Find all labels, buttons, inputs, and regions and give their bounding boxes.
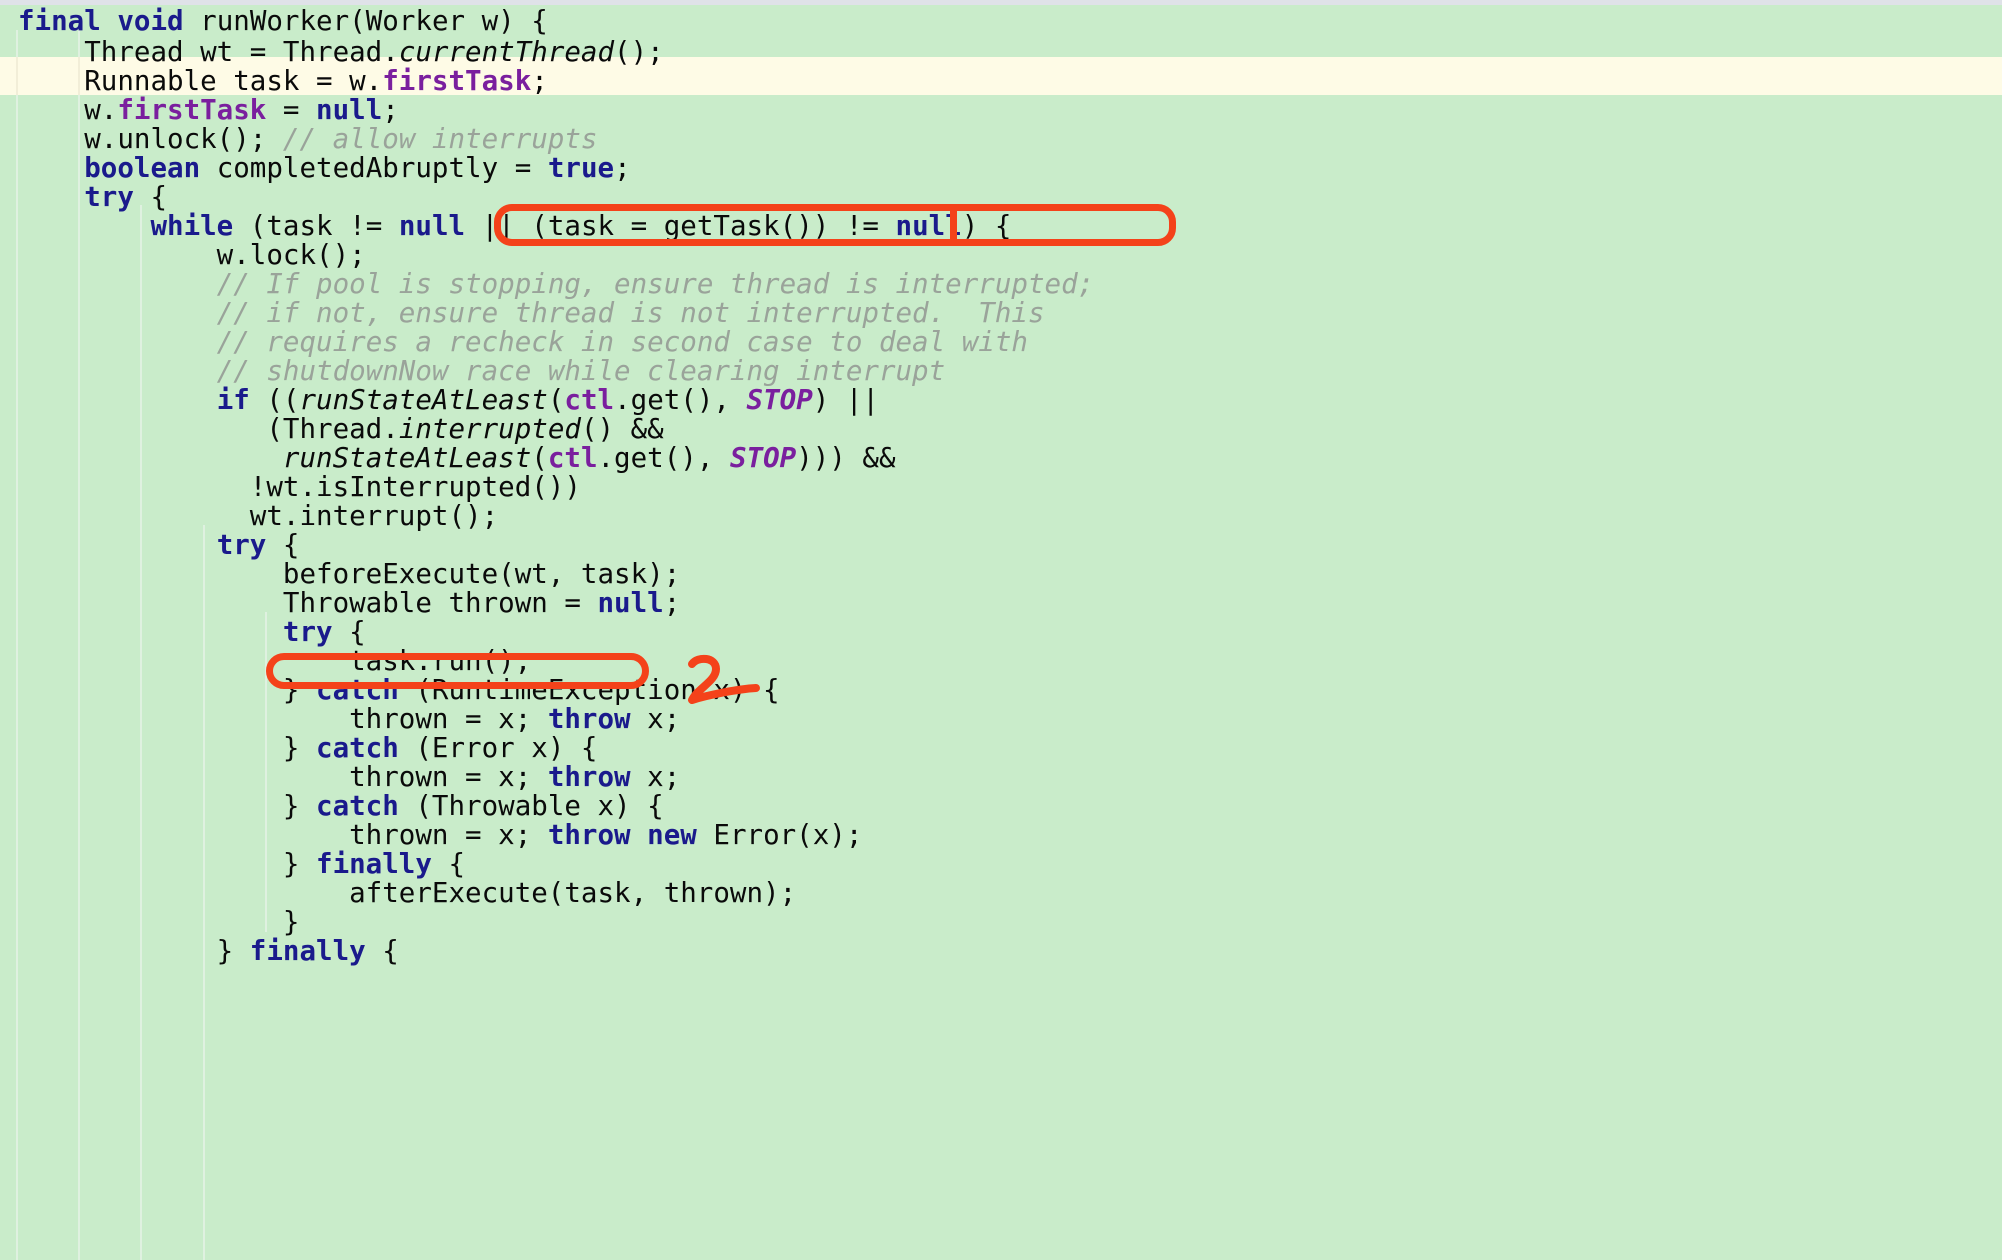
code-token-kw: new (647, 819, 697, 851)
code-token-pl: || (task = getTask()) != (465, 210, 896, 242)
code-token-pl: ; (614, 152, 631, 184)
code-token-kw: finally (249, 935, 366, 967)
code-token-cnst: STOP (746, 384, 813, 416)
code-token-pl: x; (630, 703, 681, 735)
code-line[interactable]: } finally { (18, 932, 399, 971)
code-token-pl: completedAbruptly = (200, 152, 548, 184)
code-token-pl: .get(), (597, 442, 730, 474)
code-token-kw: throw (547, 819, 631, 851)
code-token-pl: ))) && (796, 442, 896, 474)
code-token-pl: ; (663, 587, 681, 619)
code-token-kw: null (597, 587, 664, 619)
code-token-pl: Error(x); (696, 819, 863, 851)
code-token-pl: ) || (812, 384, 879, 416)
code-text-layer[interactable]: final void runWorker(Worker w) { Thread … (0, 0, 2002, 1260)
code-token-fld: firstTask (382, 65, 532, 97)
tick-mark-after-brace (950, 207, 957, 243)
code-token-pl: } (18, 935, 250, 967)
code-editor-view: final void runWorker(Worker w) { Thread … (0, 0, 2002, 1260)
code-token-pl: (); (614, 36, 664, 68)
code-token-pl: ; (531, 65, 548, 97)
code-token-pl: ) { (961, 210, 1012, 242)
code-token-pl: { (365, 935, 399, 967)
code-token-cnst: STOP (729, 442, 797, 474)
code-token-kw: true (547, 152, 615, 184)
code-token-kw: null (398, 210, 466, 242)
